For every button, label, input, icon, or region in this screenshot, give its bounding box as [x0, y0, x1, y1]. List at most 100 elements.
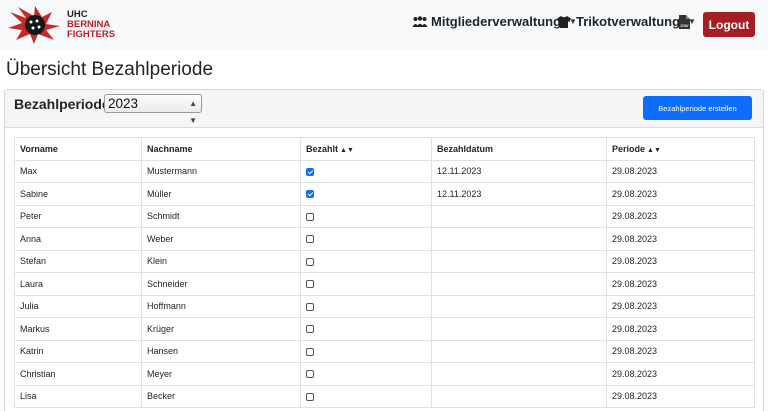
cell-first-name: Peter — [14, 204, 142, 228]
paid-checkbox[interactable] — [306, 257, 314, 266]
paid-checkbox[interactable] — [306, 190, 314, 199]
paid-checkbox[interactable] — [306, 392, 314, 401]
cell-period: 29.08.2023 — [606, 204, 755, 228]
cell-paid — [300, 227, 432, 251]
col-header-last-name: Nachname — [141, 137, 301, 161]
cell-first-name: Max — [14, 159, 142, 183]
sort-icon[interactable]: ▲▼ — [647, 147, 661, 154]
paid-checkbox[interactable] — [306, 347, 314, 356]
paid-checkbox[interactable] — [306, 212, 314, 221]
nav-members-dropdown[interactable]: Mitgliederverwaltung ▼ — [412, 14, 577, 29]
col-header-paid-label: Bezahlt — [306, 143, 339, 154]
paid-checkbox[interactable] — [306, 167, 314, 176]
cell-last-name: Klein — [141, 249, 301, 273]
period-select-value: 2023 — [108, 96, 139, 111]
cell-paid-date — [431, 384, 607, 408]
cell-last-name: Mustermann — [141, 159, 301, 183]
period-label: Bezahlperiode: — [14, 96, 115, 112]
navbar: UHC BERNINA FIGHTERS Mitgliederverwaltun… — [0, 0, 768, 50]
cell-last-name: Schneider — [141, 272, 301, 296]
cell-paid-date — [431, 272, 607, 296]
cell-last-name: Müller — [141, 182, 301, 206]
cell-paid-date — [431, 317, 607, 341]
cell-period: 29.08.2023 — [606, 384, 755, 408]
nav-members-label: Mitgliederverwaltung — [431, 14, 562, 29]
cell-paid — [300, 204, 432, 228]
cell-paid — [300, 294, 432, 318]
col-header-last-name-label: Nachname — [147, 143, 193, 154]
sort-icon[interactable]: ▲▼ — [340, 147, 354, 154]
cell-paid — [300, 384, 432, 408]
table-row: Christian Meyer 29.08.2023 — [14, 362, 755, 386]
table-row: Katrin Hansen 29.08.2023 — [14, 339, 755, 363]
cell-paid-date — [431, 249, 607, 273]
logout-button[interactable]: Logout — [703, 12, 755, 37]
table-row: Markus Krüger 29.08.2023 — [14, 317, 755, 341]
cell-paid — [300, 317, 432, 341]
payment-period-card: Bezahlperiode: 2023 ▲ ▼ Bezahlperiode ers… — [4, 89, 764, 411]
csv-export-icon[interactable]: CSV — [678, 14, 691, 35]
cell-first-name: Sabine — [14, 182, 142, 206]
select-arrows-icon: ▲ ▼ — [189, 99, 197, 125]
cell-period: 29.08.2023 — [606, 294, 755, 318]
cell-last-name: Schmidt — [141, 204, 301, 228]
col-header-first-name-label: Vorname — [20, 143, 58, 154]
paid-checkbox[interactable] — [306, 235, 314, 244]
logo-line-3: FIGHTERS — [67, 29, 116, 40]
nav-jerseys-label: Trikotverwaltung — [576, 14, 681, 29]
cell-paid — [300, 339, 432, 363]
create-period-button[interactable]: Bezahlperiode erstellen — [643, 96, 752, 120]
csv-file-icon: CSV — [679, 15, 690, 29]
cell-paid — [300, 159, 432, 183]
table-row: Anna Weber 29.08.2023 — [14, 227, 755, 251]
cell-period: 29.08.2023 — [606, 249, 755, 273]
cell-last-name: Meyer — [141, 362, 301, 386]
paid-checkbox[interactable] — [306, 302, 314, 311]
cell-period: 29.08.2023 — [606, 272, 755, 296]
paid-checkbox[interactable] — [306, 280, 314, 289]
people-icon — [412, 15, 428, 27]
col-header-paid[interactable]: Bezahlt ▲▼ — [300, 137, 432, 161]
cell-paid — [300, 182, 432, 206]
cell-paid-date — [431, 339, 607, 363]
cell-paid — [300, 249, 432, 273]
cell-paid-date — [431, 362, 607, 386]
cell-period: 29.08.2023 — [606, 159, 755, 183]
cell-paid — [300, 272, 432, 296]
cell-paid-date — [431, 227, 607, 251]
table-row: Sabine Müller 12.11.2023 29.08.2023 — [14, 182, 755, 206]
col-header-paid-date: Bezahldatum — [431, 137, 607, 161]
cell-period: 29.08.2023 — [606, 182, 755, 206]
table-row: Max Mustermann 12.11.2023 29.08.2023 — [14, 159, 755, 183]
cell-last-name: Weber — [141, 227, 301, 251]
logo-emblem-icon — [8, 6, 60, 44]
cell-last-name: Hansen — [141, 339, 301, 363]
table-row: Stefan Klein 29.08.2023 — [14, 249, 755, 273]
cell-first-name: Lisa — [14, 384, 142, 408]
paid-checkbox[interactable] — [306, 370, 314, 379]
table-header-row: Vorname Nachname Bezahlt ▲▼ Bezahldatum P… — [14, 137, 755, 161]
club-logo[interactable]: UHC BERNINA FIGHTERS — [4, 4, 116, 46]
table-row: Julia Hoffmann 29.08.2023 — [14, 294, 755, 318]
card-header: Bezahlperiode: 2023 ▲ ▼ Bezahlperiode ers… — [5, 90, 763, 128]
col-header-paid-date-label: Bezahldatum — [437, 143, 494, 154]
cell-period: 29.08.2023 — [606, 362, 755, 386]
page-title: Übersicht Bezahlperiode — [6, 59, 214, 80]
period-select[interactable]: 2023 ▲ ▼ — [104, 94, 202, 125]
cell-first-name: Katrin — [14, 339, 142, 363]
paid-checkbox[interactable] — [306, 325, 314, 334]
cell-period: 29.08.2023 — [606, 227, 755, 251]
col-header-period-label: Periode — [612, 143, 646, 154]
nav-jerseys-dropdown[interactable]: Trikotverwaltung ▼ — [556, 14, 696, 29]
cell-first-name: Anna — [14, 227, 142, 251]
cell-last-name: Becker — [141, 384, 301, 408]
cell-period: 29.08.2023 — [606, 317, 755, 341]
shirt-icon — [557, 15, 571, 28]
cell-paid-date: 12.11.2023 — [431, 159, 607, 183]
cell-paid-date — [431, 204, 607, 228]
table-row: Laura Schneider 29.08.2023 — [14, 272, 755, 296]
cell-first-name: Christian — [14, 362, 142, 386]
col-header-first-name: Vorname — [14, 137, 142, 161]
col-header-period[interactable]: Periode ▲▼ — [606, 137, 755, 161]
table-row: Lisa Becker 29.08.2023 — [14, 384, 755, 408]
